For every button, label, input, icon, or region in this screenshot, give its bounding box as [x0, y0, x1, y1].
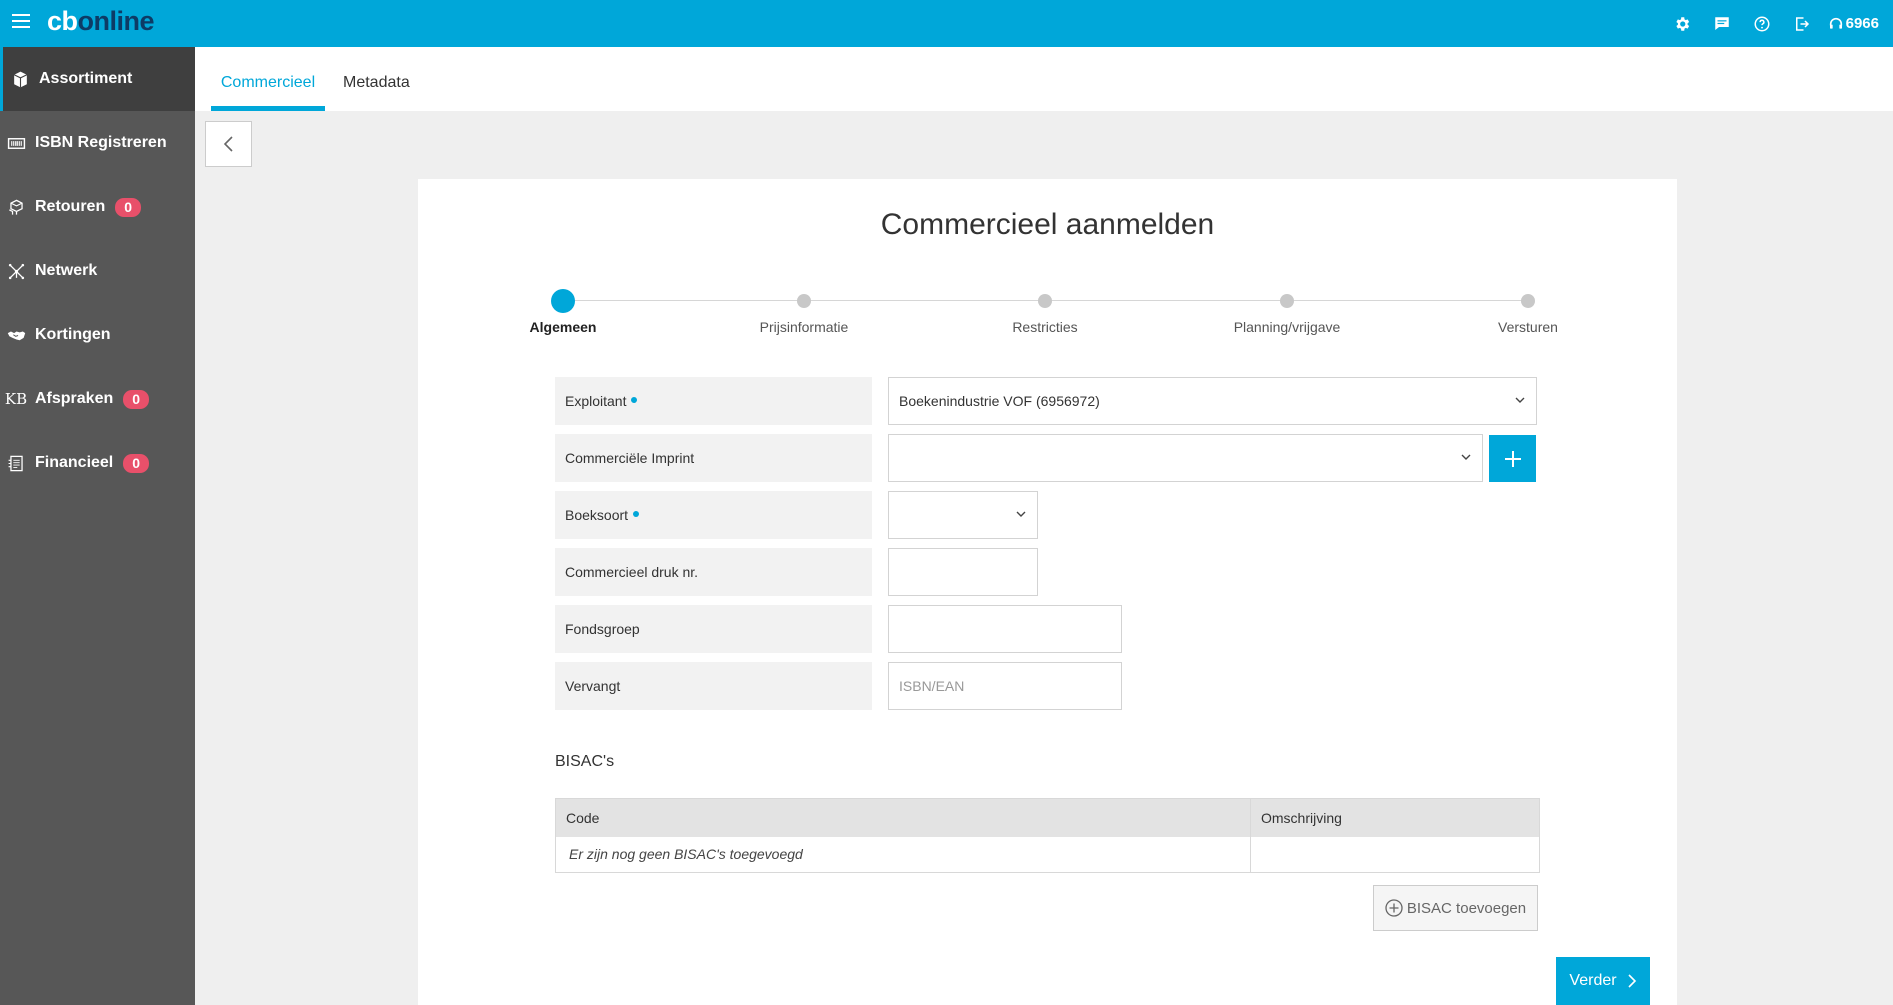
top-bar: cbonline 6966 — [0, 0, 1893, 47]
barcode-icon — [6, 133, 26, 153]
plus-icon — [1504, 450, 1521, 467]
chevron-left-icon — [223, 136, 233, 152]
menu-icon[interactable] — [12, 14, 30, 30]
sidebar-item-afspraken[interactable]: KB Afspraken 0 — [0, 367, 195, 431]
vervangt-placeholder: ISBN/EAN — [899, 678, 965, 694]
next-button[interactable]: Verder — [1556, 957, 1650, 1005]
plus-circle-icon — [1385, 899, 1403, 917]
page-title: Commercieel aanmelden — [880, 208, 1215, 241]
step-dot — [797, 294, 811, 308]
chevron-down-icon — [1016, 511, 1026, 517]
boeksoort-label-text: Boeksoort — [565, 507, 629, 523]
exploitant-label: Exploitant — [555, 377, 872, 425]
sidebar-label: Retouren — [35, 198, 106, 215]
chat-icon[interactable] — [1702, 0, 1742, 47]
financieel-badge: 0 — [123, 453, 150, 473]
vervangt-label: Vervangt — [555, 662, 872, 710]
fondsgroep-label: Fondsgroep — [555, 605, 872, 653]
bisac-empty-cell — [1251, 837, 1539, 872]
column-header-omschrijving: Omschrijving — [1261, 810, 1342, 826]
handshake-icon — [6, 325, 26, 345]
bisac-table-header: Code Omschrijving — [556, 799, 1539, 837]
header-actions: 6966 — [1662, 0, 1893, 47]
exploitant-value: Boekenindustrie VOF (6956972) — [899, 393, 1100, 409]
step-versturen[interactable]: Versturen — [1448, 288, 1608, 335]
step-label: Prijsinformatie — [759, 319, 849, 335]
sidebar-label: Netwerk — [35, 262, 98, 279]
logout-icon[interactable] — [1782, 0, 1822, 47]
druk-label: Commercieel druk nr. — [555, 548, 872, 596]
network-icon — [6, 261, 26, 281]
required-indicator — [631, 397, 638, 404]
step-dot — [1280, 294, 1294, 308]
bisac-table: Code Omschrijving Er zijn nog geen BISAC… — [555, 798, 1540, 873]
sidebar: Assortiment ISBN Registreren Retouren 0 … — [0, 47, 195, 1005]
logo-cb: cb — [47, 6, 78, 36]
sidebar-item-netwerk[interactable]: Netwerk — [0, 239, 195, 303]
back-button[interactable] — [205, 121, 252, 167]
step-label: Planning/vrijgave — [1233, 319, 1341, 335]
tab-bar: Commercieel Metadata — [195, 47, 1893, 111]
bisac-empty-text: Er zijn nog geen BISAC's toegevoegd — [556, 837, 1251, 872]
step-dot — [1521, 294, 1535, 308]
sidebar-label: Afspraken — [35, 390, 114, 407]
exploitant-label-text: Exploitant — [565, 393, 627, 409]
required-indicator — [633, 511, 640, 518]
table-row: Er zijn nog geen BISAC's toegevoegd — [556, 837, 1539, 872]
exploitant-select[interactable]: Boekenindustrie VOF (6956972) — [888, 377, 1537, 425]
sidebar-item-retouren[interactable]: Retouren 0 — [0, 175, 195, 239]
step-label: Restricties — [1012, 319, 1078, 335]
column-header-code: Code — [556, 799, 1251, 837]
sidebar-label: Kortingen — [35, 326, 111, 343]
step-prijsinformatie[interactable]: Prijsinformatie — [724, 288, 884, 335]
boeksoort-label: Boeksoort — [555, 491, 872, 539]
step-label: Algemeen — [529, 319, 597, 335]
step-algemeen[interactable]: Algemeen — [483, 288, 643, 335]
chevron-right-icon — [1627, 974, 1636, 988]
sidebar-item-assortiment[interactable]: Assortiment — [0, 47, 195, 111]
sidebar-label: Financieel — [35, 454, 114, 471]
afspraken-badge: 0 — [123, 389, 150, 409]
fondsgroep-input[interactable] — [888, 605, 1122, 653]
chevron-down-icon — [1515, 397, 1525, 403]
imprint-label: Commerciële Imprint — [555, 434, 872, 482]
tab-metadata[interactable]: Metadata — [343, 47, 410, 111]
vervangt-input[interactable]: ISBN/EAN — [888, 662, 1122, 710]
step-restricties[interactable]: Restricties — [965, 288, 1125, 335]
support-number: 6966 — [1845, 15, 1879, 32]
help-icon[interactable] — [1742, 0, 1782, 47]
sidebar-item-financieel[interactable]: Financieel 0 — [0, 431, 195, 495]
logo-online: online — [77, 6, 155, 36]
tab-commercieel[interactable]: Commercieel — [211, 47, 325, 111]
returns-icon — [6, 197, 26, 217]
sidebar-item-kortingen[interactable]: Kortingen — [0, 303, 195, 367]
imprint-select[interactable] — [888, 434, 1483, 482]
sidebar-item-isbn-registreren[interactable]: ISBN Registreren — [0, 111, 195, 175]
add-bisac-label: BISAC toevoegen — [1406, 899, 1527, 917]
headset-icon — [1829, 17, 1842, 29]
support-phone[interactable]: 6966 — [1822, 15, 1893, 32]
sidebar-label: Assortiment — [39, 70, 133, 87]
retouren-badge: 0 — [115, 197, 142, 217]
kb-icon: KB — [4, 390, 28, 408]
step-dot — [1038, 294, 1052, 308]
next-label: Verder — [1569, 972, 1617, 989]
box-icon — [10, 69, 30, 89]
step-dot — [551, 289, 575, 313]
step-planning-vrijgave[interactable]: Planning/vrijgave — [1207, 288, 1367, 335]
logo[interactable]: cbonline — [47, 6, 155, 37]
sidebar-label: ISBN Registreren — [35, 134, 167, 151]
invoice-icon — [6, 453, 26, 473]
form-card: Commercieel aanmelden Algemeen Prijsinfo… — [418, 179, 1677, 1005]
add-imprint-button[interactable] — [1489, 435, 1536, 482]
druk-input[interactable] — [888, 548, 1038, 596]
chevron-down-icon — [1461, 454, 1471, 460]
step-label: Versturen — [1498, 319, 1558, 335]
gear-icon[interactable] — [1662, 0, 1702, 47]
add-bisac-button[interactable]: BISAC toevoegen — [1373, 885, 1538, 931]
bisac-title: BISAC's — [555, 753, 615, 770]
boeksoort-select[interactable] — [888, 491, 1038, 539]
